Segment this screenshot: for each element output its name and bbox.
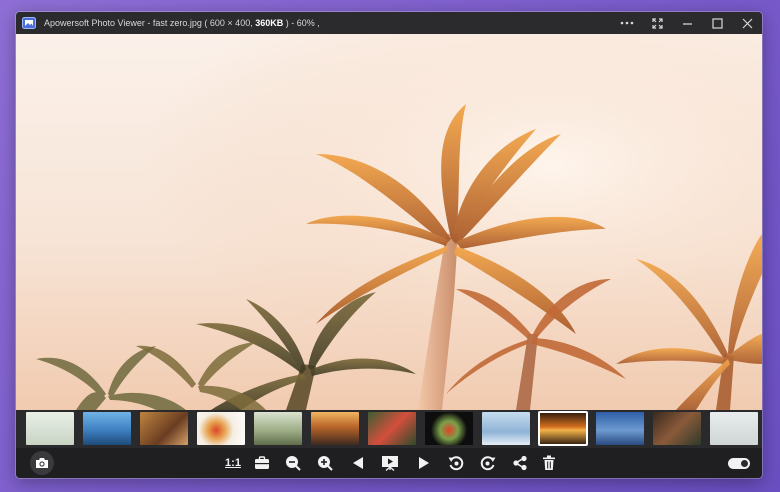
window-controls — [612, 12, 762, 34]
trash-icon — [543, 455, 555, 470]
thumbnail-toggle[interactable] — [728, 458, 750, 469]
thumbnail[interactable] — [197, 412, 245, 445]
thumbnail[interactable] — [596, 412, 644, 445]
slideshow-icon — [382, 456, 398, 471]
minimize-icon — [682, 22, 692, 25]
share-button[interactable] — [510, 453, 530, 473]
thumbnail[interactable] — [83, 412, 131, 445]
thumbnail[interactable] — [311, 412, 359, 445]
open-folder-button[interactable] — [252, 453, 272, 473]
zoom-out-icon — [286, 456, 301, 471]
app-window: Apowersoft Photo Viewer - fast zero.jpg … — [16, 12, 762, 478]
thumbnail[interactable] — [26, 412, 74, 445]
thumbnail[interactable] — [368, 412, 416, 445]
window-title: Apowersoft Photo Viewer - fast zero.jpg … — [44, 18, 320, 28]
thumbnail[interactable] — [425, 412, 473, 445]
more-dots-icon — [620, 21, 634, 25]
arrow-right-icon — [419, 457, 429, 469]
maximize-icon — [711, 17, 723, 29]
thumbnail[interactable] — [482, 412, 530, 445]
camera-icon — [36, 458, 48, 468]
toggle-knob — [741, 460, 748, 467]
maximize-button[interactable] — [702, 12, 732, 34]
zoom-in-button[interactable] — [315, 453, 335, 473]
zoom-out-button[interactable] — [283, 453, 303, 473]
image-canvas[interactable] — [16, 34, 762, 410]
more-button[interactable] — [612, 12, 642, 34]
thumbnail[interactable] — [710, 412, 758, 445]
arrow-left-icon — [353, 457, 363, 469]
rotate-left-icon — [448, 456, 464, 471]
app-icon — [22, 17, 36, 29]
zoom-in-icon — [318, 456, 333, 471]
slideshow-button[interactable] — [380, 453, 400, 473]
fullscreen-button[interactable] — [642, 12, 672, 34]
window-title-size: 360KB — [252, 18, 284, 28]
previous-image-button[interactable] — [348, 453, 368, 473]
thumbnail-selected[interactable] — [538, 411, 588, 446]
next-image-button[interactable] — [414, 453, 434, 473]
screenshot-button[interactable] — [30, 451, 54, 475]
rotate-left-button[interactable] — [446, 453, 466, 473]
rotate-right-icon — [480, 456, 496, 471]
palm-trees-photo — [16, 34, 762, 410]
actual-size-label: 1:1 — [225, 457, 241, 469]
window-title-main: Apowersoft Photo Viewer - fast zero.jpg … — [44, 18, 253, 28]
share-icon — [513, 455, 527, 471]
rotate-right-button[interactable] — [478, 453, 498, 473]
close-button[interactable] — [732, 12, 762, 34]
fullscreen-icon — [651, 17, 663, 29]
thumbnail[interactable] — [653, 412, 701, 445]
actual-size-button[interactable]: 1:1 — [221, 453, 245, 473]
briefcase-icon — [255, 456, 269, 469]
thumbnail[interactable] — [140, 412, 188, 445]
close-icon — [742, 18, 752, 28]
title-bar[interactable]: Apowersoft Photo Viewer - fast zero.jpg … — [16, 12, 762, 34]
minimize-button[interactable] — [672, 12, 702, 34]
thumbnail[interactable] — [254, 412, 302, 445]
thumbnail-strip[interactable] — [16, 410, 762, 448]
delete-button[interactable] — [539, 453, 559, 473]
bottom-toolbar: 1:1 — [16, 448, 762, 478]
window-title-zoom: ) - 60% , — [283, 18, 320, 28]
